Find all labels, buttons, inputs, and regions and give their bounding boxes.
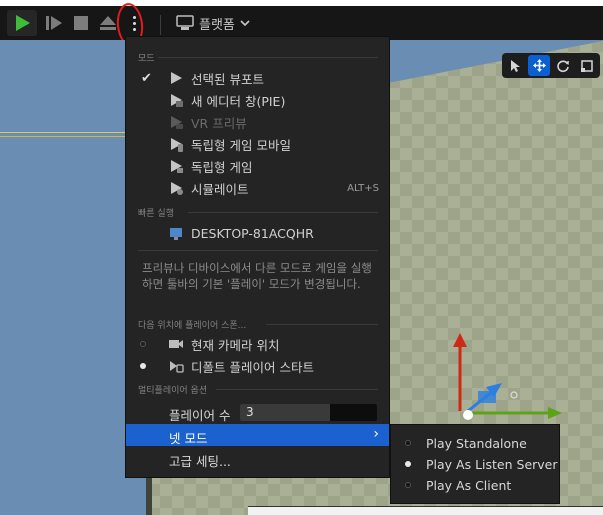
translate-mode-button[interactable] <box>528 55 550 76</box>
section-divider <box>158 57 378 58</box>
rotate-icon <box>557 59 569 72</box>
spawn-label: 디폴트 플레이어 스타트 <box>191 359 314 375</box>
vr-headset-icon <box>171 116 183 129</box>
player-count-value: 3 <box>246 405 254 419</box>
platform-icon <box>176 15 194 30</box>
toolbar-divider <box>160 15 161 35</box>
section-header-spawn: 다음 위치에 플레이어 스폰... <box>138 321 247 331</box>
play-options-menu: 모드 ✔ 선택된 뷰포트 새 에디터 창(PIE) VR 프리뷰 독립형 게임 … <box>125 36 390 478</box>
spawn-option-camera[interactable]: 현재 카메라 위치 <box>126 333 389 355</box>
mode-item-selected-viewport[interactable]: ✔ 선택된 뷰포트 <box>126 67 389 89</box>
help-text: 프리뷰나 디바이스에서 다른 모드로 게임을 실행하면 툴바의 기본 '플레이'… <box>142 261 372 291</box>
net-mode-option-client[interactable]: Play As Client <box>391 475 559 496</box>
stop-button[interactable] <box>70 10 92 36</box>
translate-gizmo[interactable] <box>440 325 570 435</box>
spawn-label: 현재 카메라 위치 <box>191 337 280 353</box>
mode-label: 새 에디터 창(PIE) <box>191 93 286 109</box>
mode-label: 선택된 뷰포트 <box>191 71 264 87</box>
mode-label: VR 프리뷰 <box>191 115 247 131</box>
player-start-icon <box>170 361 184 373</box>
gizmo-y-arrow[interactable] <box>548 407 562 419</box>
move-arrows-icon <box>532 59 546 72</box>
step-forward-icon <box>46 16 62 30</box>
gizmo-z-arrow[interactable] <box>453 333 467 347</box>
section-header-quick-launch: 빠른 실행 <box>138 209 174 219</box>
eject-icon <box>100 16 116 30</box>
windows-device-icon <box>170 228 182 240</box>
viewport-panel-edge <box>248 506 603 515</box>
check-icon: ✔ <box>141 70 152 86</box>
simulate-icon <box>171 182 183 195</box>
gizmo-center[interactable] <box>463 410 473 420</box>
mobile-play-icon <box>171 138 183 152</box>
section-header-modes: 모드 <box>138 54 155 64</box>
radio-bullet <box>405 482 411 488</box>
editor-toolbar: 플랫폼 <box>0 1 603 49</box>
standalone-play-icon <box>171 160 183 173</box>
camera-icon <box>169 340 183 348</box>
section-header-multiplayer: 멀티플레이어 옵션 <box>138 386 208 396</box>
net-mode-option-label: Play As Listen Server <box>426 457 558 472</box>
mode-item-simulate[interactable]: 시뮬레이트 ALT+S <box>126 177 389 199</box>
radio-bullet <box>140 341 146 347</box>
net-mode-item[interactable]: 넷 모드 › <box>126 424 389 446</box>
transform-tools <box>502 53 600 78</box>
section-divider <box>188 212 378 213</box>
cursor-icon <box>511 59 520 72</box>
player-count-label: 플레이어 수 <box>169 408 231 423</box>
platform-label: 플랫폼 <box>199 17 235 33</box>
shortcut-label: ALT+S <box>347 182 379 194</box>
radio-bullet-selected <box>140 363 146 369</box>
net-mode-option-label: Play Standalone <box>426 436 527 451</box>
radio-bullet <box>405 440 411 446</box>
mode-label: 독립형 게임 <box>191 159 253 175</box>
player-count-spinbox[interactable]: 3 <box>240 404 377 421</box>
net-mode-option-label: Play As Client <box>426 478 512 493</box>
advanced-settings-item[interactable]: 고급 세팅... <box>126 447 389 469</box>
advanced-settings-label: 고급 세팅... <box>169 454 231 469</box>
radio-bullet-selected <box>405 461 411 467</box>
net-mode-option-listen-server[interactable]: Play As Listen Server <box>391 454 559 475</box>
device-label: DESKTOP-81ACQHR <box>191 225 314 241</box>
player-start-marker <box>510 391 518 399</box>
stop-icon <box>74 16 88 30</box>
mode-item-standalone-game[interactable]: 독립형 게임 <box>126 155 389 177</box>
play-button[interactable] <box>7 10 37 36</box>
play-icon <box>16 15 30 31</box>
section-divider <box>138 250 378 251</box>
mode-item-new-window[interactable]: 새 에디터 창(PIE) <box>126 89 389 111</box>
chevron-right-icon: › <box>373 426 379 442</box>
net-mode-option-standalone[interactable]: Play Standalone <box>391 433 559 454</box>
scale-icon <box>581 59 593 72</box>
mode-label: 독립형 게임 모바일 <box>191 137 291 153</box>
mode-item-vr-preview: VR 프리뷰 <box>126 111 389 133</box>
advance-frame-button[interactable] <box>41 10 67 36</box>
player-count-row: 플레이어 수 3 <box>126 401 389 423</box>
platforms-dropdown[interactable]: 플랫폼 <box>176 10 250 36</box>
net-mode-label: 넷 모드 <box>169 431 208 446</box>
mode-label: 시뮬레이트 <box>191 181 249 197</box>
scale-mode-button[interactable] <box>576 55 598 76</box>
section-divider <box>216 389 378 390</box>
viewport-play-icon <box>171 72 182 84</box>
gizmo-plane-handle[interactable] <box>478 391 496 403</box>
chevron-down-icon <box>240 20 250 27</box>
rotate-mode-button[interactable] <box>552 55 574 76</box>
mode-item-standalone-mobile[interactable]: 독립형 게임 모바일 <box>126 133 389 155</box>
new-window-play-icon <box>171 94 183 107</box>
select-mode-button[interactable] <box>504 55 526 76</box>
section-divider <box>266 324 378 325</box>
device-item[interactable]: DESKTOP-81ACQHR <box>126 222 389 244</box>
spawn-option-default-player-start[interactable]: 디폴트 플레이어 스타트 <box>126 355 389 377</box>
net-mode-submenu: Play Standalone Play As Listen Server Pl… <box>390 424 560 504</box>
